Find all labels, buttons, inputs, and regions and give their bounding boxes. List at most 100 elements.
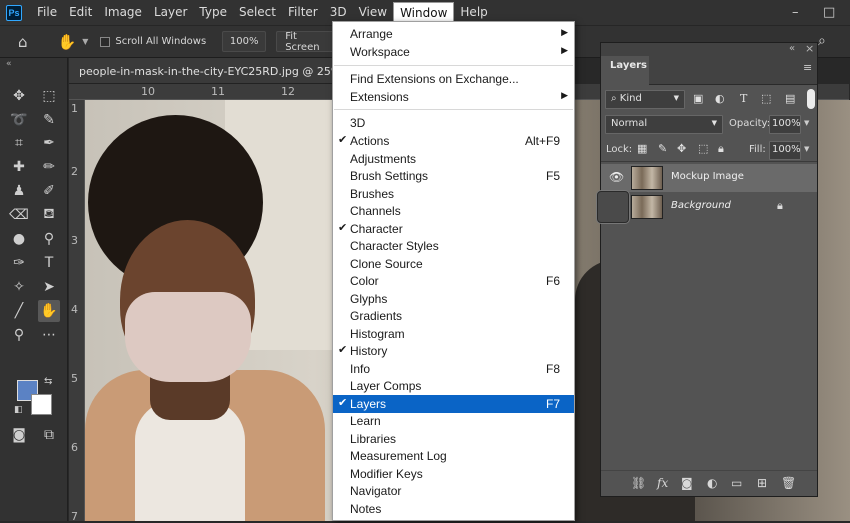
collapse-icon[interactable]: « xyxy=(6,59,12,69)
move-tool-icon[interactable]: ✥ xyxy=(8,85,30,107)
marquee-tool-icon[interactable]: ⬚ xyxy=(38,85,60,107)
search-icon[interactable]: ⌕ xyxy=(818,33,826,49)
menu-item-channels[interactable]: Channels xyxy=(333,202,574,220)
menu-item-extensions[interactable]: Extensions ▶ xyxy=(333,88,574,106)
menu-item-measurement-log[interactable]: Measurement Log xyxy=(333,447,574,465)
menu-file[interactable]: File xyxy=(31,0,63,25)
menu-item-layers[interactable]: ✔ Layers F7 xyxy=(333,395,574,413)
menu-item-clone-source[interactable]: Clone Source xyxy=(333,255,574,273)
zoom-tool-icon[interactable]: ⚲ xyxy=(8,324,30,346)
history-brush-tool-icon[interactable]: ✐ xyxy=(38,180,60,202)
close-panel-icon[interactable]: × xyxy=(805,42,814,55)
tab-layers[interactable]: Layers xyxy=(601,56,649,85)
more-tools-icon[interactable]: ⋯ xyxy=(38,324,60,346)
menu-item-arrange[interactable]: Arrange ▶ xyxy=(333,25,574,43)
filter-toggle[interactable] xyxy=(807,89,815,109)
chevron-down-icon[interactable]: ▼ xyxy=(804,145,809,153)
collapse-panel-icon[interactable]: « xyxy=(789,43,795,54)
new-layer-icon[interactable]: ⊞ xyxy=(757,476,767,490)
swap-colors-icon[interactable]: ⇆ xyxy=(44,376,52,387)
blur-tool-icon[interactable]: ● xyxy=(8,228,30,250)
visibility-toggle[interactable] xyxy=(597,191,629,223)
new-group-icon[interactable]: ▭ xyxy=(731,476,742,490)
menu-item-character-styles[interactable]: Character Styles xyxy=(333,237,574,255)
menu-item-actions[interactable]: ✔ Actions Alt+F9 xyxy=(333,132,574,150)
menu-item-gradients[interactable]: Gradients xyxy=(333,307,574,325)
menu-item-histogram[interactable]: Histogram xyxy=(333,325,574,343)
lock-position-icon[interactable]: ✥ xyxy=(677,142,686,155)
stamp-tool-icon[interactable]: ♟ xyxy=(8,180,30,202)
layer-row-background[interactable]: Background 🔒︎ xyxy=(597,191,817,223)
home-icon[interactable]: ⌂ xyxy=(18,33,28,51)
fx-icon[interactable]: fx xyxy=(657,476,668,490)
dodge-tool-icon[interactable]: ⚲ xyxy=(38,228,60,250)
link-layers-icon[interactable]: ⛓ xyxy=(631,476,646,490)
crop-tool-icon[interactable]: ⌗ xyxy=(8,132,30,154)
filter-pixel-icon[interactable]: ▣ xyxy=(693,92,703,105)
lock-all-icon[interactable]: 🔒︎ xyxy=(718,142,724,156)
layer-row-mockup-image[interactable]: 👁︎ Mockup Image xyxy=(601,164,817,192)
menu-item-modifier-keys[interactable]: Modifier Keys xyxy=(333,465,574,483)
minimize-button[interactable]: – xyxy=(792,5,799,20)
menu-item-notes[interactable]: Notes xyxy=(333,500,574,518)
delete-layer-icon[interactable]: 🗑︎ xyxy=(781,476,796,490)
menu-item-adjustments[interactable]: Adjustments xyxy=(333,150,574,168)
hand-tool-icon[interactable]: ✋ xyxy=(58,33,77,51)
line-tool-icon[interactable]: ╱ xyxy=(8,300,30,322)
filter-type-icon[interactable]: T xyxy=(740,92,747,105)
layer-name[interactable]: Mockup Image xyxy=(671,171,744,182)
direct-select-tool-icon[interactable]: ➤ xyxy=(38,276,60,298)
hand-tool-icon[interactable]: ✋ xyxy=(38,300,60,322)
menu-item-3d[interactable]: 3D xyxy=(333,114,574,132)
pen-tool-icon[interactable]: ✑ xyxy=(8,252,30,274)
path-select-tool-icon[interactable]: ✧ xyxy=(8,276,30,298)
menu-filter[interactable]: Filter xyxy=(282,0,324,25)
eraser-tool-icon[interactable]: ⌫ xyxy=(8,204,30,226)
filter-adjustment-icon[interactable]: ◐ xyxy=(715,92,725,105)
menu-edit[interactable]: Edit xyxy=(63,0,98,25)
document-tab[interactable]: people-in-mask-in-the-city-EYC25RD.jpg @… xyxy=(79,65,365,78)
menu-item-character[interactable]: ✔ Character xyxy=(333,220,574,238)
fill-input[interactable]: 100% xyxy=(769,141,801,160)
menu-item-workspace[interactable]: Workspace ▶ xyxy=(333,43,574,61)
blend-mode-select[interactable]: Normal ▼ xyxy=(605,115,723,134)
menu-item-info[interactable]: Info F8 xyxy=(333,360,574,378)
menu-item-libraries[interactable]: Libraries xyxy=(333,430,574,448)
menu-item-layer-comps[interactable]: Layer Comps xyxy=(333,377,574,395)
chevron-down-icon[interactable]: ▼ xyxy=(82,37,88,46)
scroll-all-checkbox[interactable] xyxy=(100,36,111,47)
layer-name[interactable]: Background xyxy=(671,200,731,211)
chevron-down-icon[interactable]: ▼ xyxy=(804,119,809,127)
eye-icon[interactable]: 👁︎ xyxy=(609,170,624,184)
panel-menu-icon[interactable]: ≡ xyxy=(803,61,812,74)
maximize-button[interactable]: □ xyxy=(823,5,835,20)
menu-item-brushes[interactable]: Brushes xyxy=(333,185,574,203)
menu-item-learn[interactable]: Learn xyxy=(333,412,574,430)
filter-smart-object-icon[interactable]: ▤ xyxy=(785,92,795,105)
menu-image[interactable]: Image xyxy=(98,0,148,25)
brush-tool-icon[interactable]: ✏ xyxy=(38,156,60,178)
zoom-100-button[interactable]: 100% xyxy=(222,31,267,52)
filter-kind-select[interactable]: ⌕ Kind ▼ xyxy=(605,90,685,109)
screen-mode-icon[interactable]: ⧉ xyxy=(38,424,60,446)
eyedropper-tool-icon[interactable]: ✒ xyxy=(38,132,60,154)
type-tool-icon[interactable]: T xyxy=(38,252,60,274)
background-color-swatch[interactable] xyxy=(31,394,52,415)
lock-artboard-icon[interactable]: ⬚ xyxy=(698,142,708,155)
menu-layer[interactable]: Layer xyxy=(148,0,193,25)
default-colors-icon[interactable]: ◧ xyxy=(14,405,23,415)
quick-select-tool-icon[interactable]: ✎ xyxy=(38,109,60,131)
menu-item-navigator[interactable]: Navigator xyxy=(333,482,574,500)
adjustment-layer-icon[interactable]: ◐ xyxy=(707,476,717,490)
menu-item-glyphs[interactable]: Glyphs xyxy=(333,290,574,308)
menu-select[interactable]: Select xyxy=(233,0,282,25)
paint-bucket-tool-icon[interactable]: ⛾ xyxy=(38,204,60,226)
lock-image-pixels-icon[interactable]: ✎ xyxy=(658,142,667,155)
menu-item-history[interactable]: ✔ History xyxy=(333,342,574,360)
menu-item-find-extensions[interactable]: Find Extensions on Exchange... xyxy=(333,70,574,88)
quick-mask-icon[interactable]: ◙ xyxy=(8,424,30,446)
opacity-input[interactable]: 100% xyxy=(769,115,801,134)
menu-type[interactable]: Type xyxy=(193,0,233,25)
filter-shape-icon[interactable]: ⬚ xyxy=(761,92,771,105)
menu-item-color[interactable]: Color F6 xyxy=(333,272,574,290)
